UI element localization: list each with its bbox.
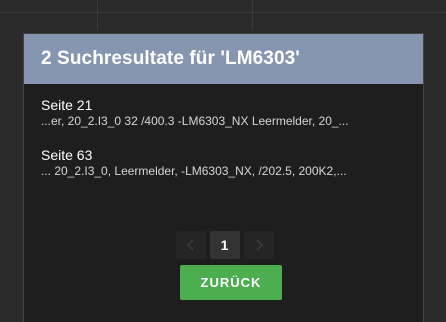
- results-list: Seite 21 ...er, 20_2.I3_0 32 /400.3 -LM6…: [24, 84, 423, 179]
- result-snippet: ...er, 20_2.I3_0 32 /400.3 -LM6303_NX Le…: [41, 114, 349, 128]
- search-results-dialog: 2 Suchresultate für 'LM6303' Seite 21 ..…: [23, 33, 424, 322]
- dialog-title: 2 Suchresultate für 'LM6303': [41, 48, 300, 69]
- backdrop-divider: [0, 12, 446, 13]
- chevron-left-icon: [186, 239, 194, 251]
- pagination-prev-button[interactable]: [175, 231, 206, 259]
- search-result-item[interactable]: Seite 63 ... 20_2.I3_0, Leermelder, -LM6…: [41, 147, 406, 179]
- result-page-label: Seite 63: [41, 147, 93, 163]
- result-page-label: Seite 21: [41, 97, 93, 113]
- search-result-item[interactable]: Seite 21 ...er, 20_2.I3_0 32 /400.3 -LM6…: [41, 97, 406, 129]
- result-snippet: ... 20_2.I3_0, Leermelder, -LM6303_NX, /…: [41, 164, 347, 178]
- dialog-header: 2 Suchresultate für 'LM6303': [24, 34, 423, 84]
- back-button[interactable]: ZURÜCK: [180, 265, 282, 300]
- backdrop-divider: [252, 0, 253, 30]
- pagination-current-page[interactable]: 1: [209, 231, 240, 259]
- pagination: 1: [24, 231, 423, 259]
- backdrop-divider: [97, 0, 98, 30]
- chevron-right-icon: [255, 239, 263, 251]
- pagination-next-button[interactable]: [243, 231, 274, 259]
